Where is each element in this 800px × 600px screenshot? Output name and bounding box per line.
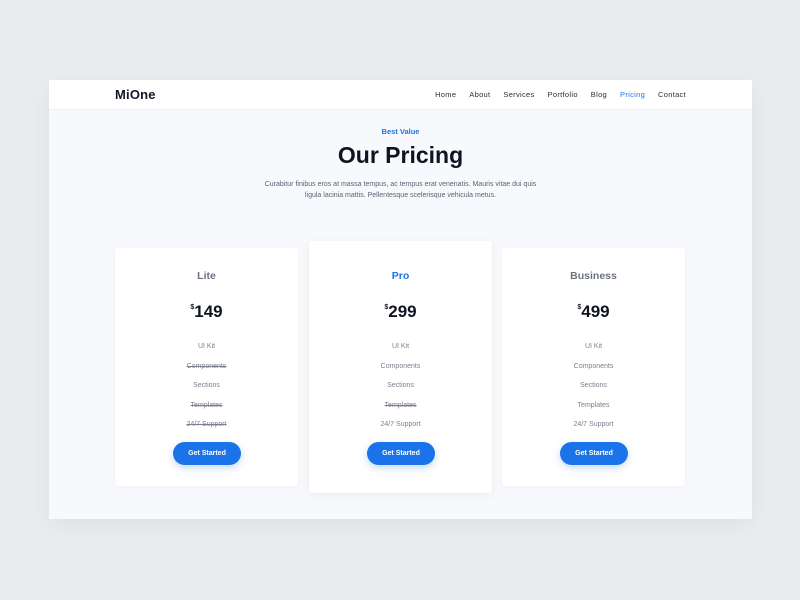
feature-item: 24/7 Support (573, 421, 614, 428)
feature-list: UI Kit Components Sections Templates 24/… (309, 341, 492, 439)
nav-link-home[interactable]: Home (435, 90, 456, 99)
nav-link-contact[interactable]: Contact (658, 90, 686, 99)
feature-item: Components (573, 362, 614, 370)
plan-price: $149 (115, 302, 298, 322)
feature-item-excluded: 24/7 Support (186, 421, 227, 428)
currency-symbol: $ (190, 304, 195, 311)
nav-link-about[interactable]: About (469, 90, 490, 99)
pricing-card-business: Business $499 UI Kit Components Sections… (502, 248, 685, 486)
currency-symbol: $ (577, 304, 582, 311)
brand-logo[interactable]: MiOne (115, 87, 156, 102)
plan-name: Business (570, 270, 617, 282)
get-started-button-business[interactable]: Get Started (560, 442, 628, 465)
price-amount: 499 (581, 302, 610, 321)
feature-item: Sections (387, 382, 414, 389)
section-title: Our Pricing (337, 142, 464, 168)
main-nav: Home About Services Portfolio Blog Prici… (435, 90, 686, 99)
section-description-line-2: ligula lacinia mattis. Pellentesque scel… (304, 192, 497, 199)
feature-item: UI Kit (391, 343, 410, 350)
nav-link-portfolio[interactable]: Portfolio (548, 90, 578, 99)
plan-name: Pro (391, 270, 410, 282)
section-description: Curabitur finibus eros at massa tempus, … (49, 179, 752, 201)
nav-link-blog[interactable]: Blog (591, 90, 607, 99)
browser-frame: MiOne Home About Services Portfolio Blog… (49, 80, 752, 519)
feature-item: Sections (580, 382, 607, 389)
currency-symbol: $ (384, 304, 389, 311)
feature-item: UI Kit (197, 343, 216, 350)
feature-item-excluded: Templates (190, 401, 223, 409)
feature-item: Templates (577, 401, 610, 409)
feature-item: Sections (193, 382, 220, 389)
feature-list: UI Kit Components Sections Templates 24/… (115, 341, 298, 439)
feature-item: UI Kit (584, 343, 603, 350)
plan-price: $499 (502, 302, 685, 322)
get-started-button-lite[interactable]: Get Started (173, 442, 241, 465)
section-eyebrow: Best Value (381, 127, 420, 136)
feature-item-excluded: Templates (384, 401, 417, 409)
section-description-line-1: Curabitur finibus eros at massa tempus, … (264, 181, 537, 188)
get-started-button-pro[interactable]: Get Started (367, 442, 435, 465)
feature-item: 24/7 Support (380, 421, 421, 428)
nav-link-pricing[interactable]: Pricing (620, 90, 645, 99)
pricing-card-pro: Pro $299 UI Kit Components Sections Temp… (309, 241, 492, 493)
nav-link-services[interactable]: Services (503, 90, 534, 99)
plan-price: $299 (309, 302, 492, 322)
feature-item-excluded: Components (186, 362, 227, 370)
price-amount: 299 (388, 302, 417, 321)
feature-item: Components (380, 362, 421, 370)
pricing-card-lite: Lite $149 UI Kit Components Sections Tem… (115, 248, 298, 486)
top-navbar: MiOne Home About Services Portfolio Blog… (49, 80, 752, 110)
plan-name: Lite (197, 270, 216, 282)
price-amount: 149 (194, 302, 223, 321)
feature-list: UI Kit Components Sections Templates 24/… (502, 341, 685, 439)
